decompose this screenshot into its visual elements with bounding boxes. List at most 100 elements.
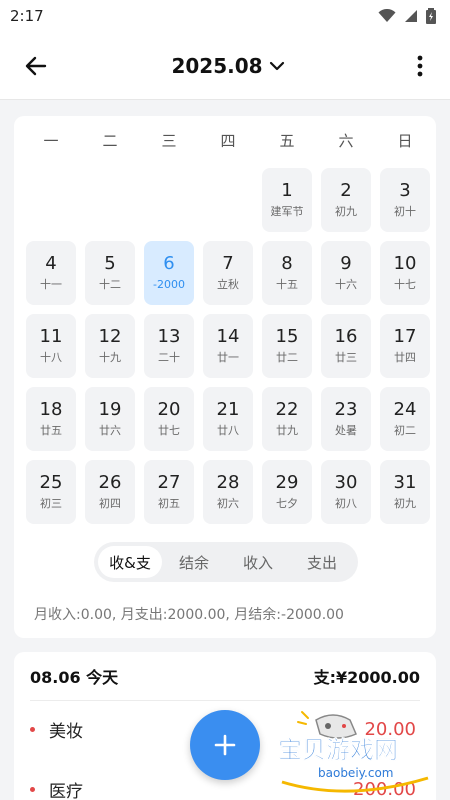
weekday-label: 二	[102, 132, 118, 150]
expense-dot	[30, 726, 35, 732]
weekday-label: 一	[43, 132, 59, 150]
calendar-day[interactable]: 25 初三	[26, 460, 76, 524]
day-subtitle: 初九	[394, 497, 416, 510]
more-button[interactable]	[402, 48, 438, 84]
wifi-icon	[378, 9, 396, 22]
day-number: 13	[157, 326, 181, 347]
calendar-day[interactable]: 5 十二	[85, 241, 135, 305]
day-subtitle: 二十	[158, 351, 180, 364]
calendar-day[interactable]: 2 初九	[321, 168, 371, 232]
status-icons	[378, 8, 436, 24]
calendar-day[interactable]: 4 十一	[26, 241, 76, 305]
calendar-day[interactable]: 19 廿六	[85, 387, 135, 451]
calendar-day[interactable]: 26 初四	[85, 460, 135, 524]
back-button[interactable]	[18, 48, 54, 84]
weekday-label: 四	[220, 132, 236, 150]
detail-date: 08.06 今天	[30, 668, 119, 687]
day-number: 30	[334, 472, 358, 493]
day-subtitle: 十八	[40, 351, 62, 364]
divider	[30, 700, 420, 701]
page-title: 2025.08	[171, 53, 263, 78]
day-number: 15	[275, 326, 299, 347]
day-subtitle: 廿三	[335, 351, 357, 364]
day-subtitle: 十六	[335, 278, 357, 291]
calendar-day[interactable]: 30 初八	[321, 460, 371, 524]
calendar-day[interactable]: 10 十七	[380, 241, 430, 305]
calendar-day[interactable]: 13 二十	[144, 314, 194, 378]
month-selector[interactable]: 2025.08	[171, 54, 284, 78]
day-subtitle: 七夕	[276, 497, 298, 510]
gamepad-icon	[297, 711, 357, 739]
day-subtitle: 廿二	[276, 351, 298, 364]
calendar-day[interactable]: 23 处暑	[321, 387, 371, 451]
watermark-title: 宝贝游戏网	[278, 736, 398, 764]
day-number: 12	[98, 326, 122, 347]
calendar-day[interactable]: 20 廿七	[144, 387, 194, 451]
day-number: 4	[45, 253, 57, 274]
day-number: 23	[334, 399, 358, 420]
day-number: 3	[399, 180, 411, 201]
day-number: 26	[98, 472, 122, 493]
day-subtitle: 初三	[40, 497, 62, 510]
day-subtitle: 初二	[394, 424, 416, 437]
chevron-down-icon	[269, 61, 284, 70]
calendar-day[interactable]: 14 廿一	[203, 314, 253, 378]
calendar-day[interactable]: 24 初二	[380, 387, 430, 451]
calendar-day[interactable]: 3 初十	[380, 168, 430, 232]
day-subtitle: 初九	[335, 205, 357, 218]
day-subtitle: 初八	[335, 497, 357, 510]
day-number: 20	[157, 399, 181, 420]
day-subtitle: 廿七	[158, 424, 180, 437]
day-number: 11	[39, 326, 63, 347]
calendar-day[interactable]: 12 十九	[85, 314, 135, 378]
day-number: 22	[275, 399, 299, 420]
day-number: 24	[393, 399, 417, 420]
day-number: 31	[393, 472, 417, 493]
day-number: 28	[216, 472, 240, 493]
calendar-day[interactable]: 29 七夕	[262, 460, 312, 524]
day-subtitle: 廿八	[217, 424, 239, 437]
filter-tab[interactable]: 支出	[290, 546, 354, 578]
filter-tabs: 收&支 结余 收入 支出	[94, 542, 358, 582]
filter-tab[interactable]: 收&支	[98, 546, 162, 578]
filter-tab[interactable]: 收入	[226, 546, 290, 578]
day-number: 8	[281, 253, 293, 274]
calendar-day[interactable]: 22 廿九	[262, 387, 312, 451]
day-number: 19	[98, 399, 122, 420]
day-subtitle: 十五	[276, 278, 298, 291]
day-subtitle: 初四	[99, 497, 121, 510]
weekday-header: 一二三四五六日	[14, 130, 436, 152]
day-detail-header: 08.06 今天 支:¥2000.00	[30, 664, 420, 688]
month-summary: 月收入:0.00, 月支出:2000.00, 月结余:-2000.00	[34, 607, 344, 623]
day-number: 16	[334, 326, 358, 347]
day-subtitle: 初十	[394, 205, 416, 218]
calendar-day[interactable]: 27 初五	[144, 460, 194, 524]
add-record-button[interactable]	[190, 710, 260, 780]
calendar-day[interactable]: 28 初六	[203, 460, 253, 524]
day-subtitle: 初五	[158, 497, 180, 510]
day-number: 9	[340, 253, 352, 274]
day-number: 2	[340, 180, 352, 201]
arrow-left-icon	[25, 56, 47, 75]
day-number: 29	[275, 472, 299, 493]
calendar-day[interactable]: 15 廿二	[262, 314, 312, 378]
calendar-day[interactable]: 16 廿三	[321, 314, 371, 378]
calendar-day[interactable]: 1 建军节	[262, 168, 312, 232]
status-bar: 2:17	[0, 0, 450, 32]
calendar-day[interactable]: 21 廿八	[203, 387, 253, 451]
day-subtitle: 立秋	[217, 278, 239, 291]
day-number: 17	[393, 326, 417, 347]
filter-tab[interactable]: 结余	[162, 546, 226, 578]
calendar-day[interactable]: 9 十六	[321, 241, 371, 305]
calendar-day[interactable]: 31 初九	[380, 460, 430, 524]
entry-category: 美妆	[49, 721, 83, 742]
calendar-day[interactable]: 18 廿五	[26, 387, 76, 451]
calendar-day[interactable]: 6 -2000	[144, 241, 194, 305]
day-subtitle: 廿六	[99, 424, 121, 437]
calendar-day[interactable]: 11 十八	[26, 314, 76, 378]
calendar-day[interactable]: 17 廿四	[380, 314, 430, 378]
calendar-day[interactable]: 8 十五	[262, 241, 312, 305]
day-number: 5	[104, 253, 116, 274]
status-time: 2:17	[10, 7, 44, 25]
calendar-day[interactable]: 7 立秋	[203, 241, 253, 305]
